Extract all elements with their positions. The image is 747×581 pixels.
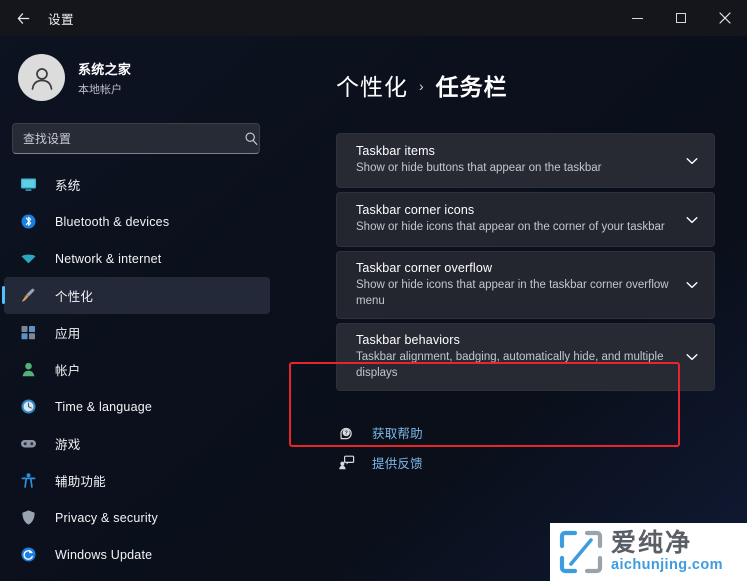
card-texts: Taskbar behaviors Taskbar alignment, bad… xyxy=(356,333,684,381)
card-description: Show or hide icons that appear in the ta… xyxy=(356,279,669,307)
sidebar-item-label: 个性化 xyxy=(55,290,94,304)
close-button[interactable] xyxy=(703,0,747,36)
sidebar: 系统之家 本地帐户 系统 xyxy=(0,36,282,581)
window-controls xyxy=(615,0,747,36)
sidebar-item-gaming[interactable]: 游戏 xyxy=(4,425,270,462)
search-icon[interactable] xyxy=(244,131,259,146)
card-texts: Taskbar items Show or hide buttons that … xyxy=(356,144,684,177)
card-texts: Taskbar corner icons Show or hide icons … xyxy=(356,203,684,236)
minimize-icon xyxy=(631,17,643,19)
breadcrumb-parent[interactable]: 个性化 xyxy=(336,68,408,102)
sidebar-item-bluetooth-devices[interactable]: Bluetooth & devices xyxy=(4,203,270,240)
help-links: ? 获取帮助 提供反馈 xyxy=(336,417,715,477)
breadcrumb: 个性化 › 任务栏 xyxy=(336,68,715,102)
search-box[interactable] xyxy=(12,123,260,154)
settings-card-taskbar-behaviors[interactable]: Taskbar behaviors Taskbar alignment, bad… xyxy=(336,323,715,392)
settings-cards: Taskbar items Show or hide buttons that … xyxy=(336,133,715,392)
card-title: Taskbar corner overflow xyxy=(356,261,493,275)
account-block[interactable]: 系统之家 本地帐户 xyxy=(0,46,282,109)
sidebar-item-accounts[interactable]: 帐户 xyxy=(4,351,270,388)
settings-card-taskbar-corner-icons[interactable]: Taskbar corner icons Show or hide icons … xyxy=(336,192,715,247)
paintbrush-icon xyxy=(18,286,38,306)
bracket-slash-logo-icon xyxy=(559,530,603,574)
watermark-brand-cn: 爱纯净 xyxy=(611,529,693,558)
sidebar-item-apps[interactable]: 应用 xyxy=(4,314,270,351)
search-container xyxy=(12,123,268,154)
main-content: 个性化 › 任务栏 Taskbar items Show or hide but… xyxy=(282,36,747,581)
sidebar-item-label: Time & language xyxy=(55,399,153,414)
sidebar-item-network-internet[interactable]: Network & internet xyxy=(4,240,270,277)
feedback-icon xyxy=(336,452,356,472)
sidebar-item-privacy-security[interactable]: Privacy & security xyxy=(4,499,270,536)
sidebar-item-label: 系统 xyxy=(55,179,81,193)
chevron-down-icon[interactable] xyxy=(684,153,700,169)
back-button[interactable] xyxy=(6,3,40,33)
sidebar-item-windows-update[interactable]: Windows Update xyxy=(4,536,270,573)
sidebar-item-label: 游戏 xyxy=(55,438,81,452)
sidebar-nav: 系统 Bluetooth & devices Network & interne… xyxy=(0,166,282,573)
maximize-icon xyxy=(676,13,686,23)
sidebar-item-label: Bluetooth & devices xyxy=(55,214,170,229)
account-subtitle: 本地帐户 xyxy=(78,83,122,96)
settings-card-taskbar-items[interactable]: Taskbar items Show or hide buttons that … xyxy=(336,133,715,188)
sidebar-item-label: Windows Update xyxy=(55,547,153,562)
shield-icon xyxy=(18,508,38,528)
watermark-brand-en: aichunjing.com xyxy=(611,557,723,574)
card-description: Show or hide icons that appear on the co… xyxy=(356,221,665,234)
sidebar-item-label: Privacy & security xyxy=(55,510,158,525)
close-icon xyxy=(719,12,731,24)
maximize-button[interactable] xyxy=(659,0,703,36)
sidebar-item-label: 帐户 xyxy=(55,364,81,378)
chevron-down-icon[interactable] xyxy=(684,212,700,228)
link-label: 提供反馈 xyxy=(372,456,423,471)
wifi-icon xyxy=(18,249,38,269)
sidebar-item-system[interactable]: 系统 xyxy=(4,166,270,203)
link-label: 获取帮助 xyxy=(372,426,423,441)
card-texts: Taskbar corner overflow Show or hide ico… xyxy=(356,261,684,309)
watermark-texts: 爱纯净 aichunjing.com xyxy=(611,531,723,573)
watermark: 爱纯净 aichunjing.com xyxy=(550,523,747,581)
back-arrow-icon xyxy=(17,12,29,24)
window-title: 设置 xyxy=(48,12,75,27)
gamepad-icon xyxy=(18,434,38,454)
account-text: 系统之家 本地帐户 xyxy=(78,59,131,97)
card-description: Taskbar alignment, badging, automaticall… xyxy=(356,351,664,379)
accounts-icon xyxy=(18,360,38,380)
breadcrumb-separator-icon: › xyxy=(419,78,425,94)
chevron-down-icon[interactable] xyxy=(684,349,700,365)
monitor-icon xyxy=(18,175,38,195)
update-icon xyxy=(18,545,38,565)
sidebar-item-label: 应用 xyxy=(55,327,81,341)
card-title: Taskbar items xyxy=(356,144,436,159)
avatar xyxy=(18,54,65,101)
sidebar-item-label: 辅助功能 xyxy=(55,475,106,489)
card-title: Taskbar behaviors xyxy=(356,333,460,348)
svg-text:?: ? xyxy=(344,430,347,436)
person-avatar-icon xyxy=(31,67,52,90)
sidebar-item-personalization[interactable]: 个性化 xyxy=(2,277,270,314)
bluetooth-icon xyxy=(18,212,38,232)
settings-card-taskbar-corner-overflow[interactable]: Taskbar corner overflow Show or hide ico… xyxy=(336,251,715,320)
card-description: Show or hide buttons that appear on the … xyxy=(356,162,602,175)
chevron-down-icon[interactable] xyxy=(684,277,700,293)
clock-icon xyxy=(18,397,38,417)
search-input[interactable] xyxy=(23,131,231,146)
apps-icon xyxy=(18,323,38,343)
give-feedback-link[interactable]: 提供反馈 xyxy=(336,447,715,477)
accessibility-icon xyxy=(18,471,38,491)
sidebar-item-label: Network & internet xyxy=(55,251,162,266)
sidebar-item-accessibility[interactable]: 辅助功能 xyxy=(4,462,270,499)
help-question-icon: ? xyxy=(336,422,356,442)
page-title: 任务栏 xyxy=(435,74,508,100)
account-name: 系统之家 xyxy=(78,61,132,77)
sidebar-item-time-language[interactable]: Time & language xyxy=(4,388,270,425)
minimize-button[interactable] xyxy=(615,0,659,36)
get-help-link[interactable]: ? 获取帮助 xyxy=(336,417,715,447)
card-title: Taskbar corner icons xyxy=(356,203,475,218)
title-bar: 设置 xyxy=(0,0,747,36)
settings-window: 设置 系统之家 本地帐户 查找设置 系统 Bluetooth & devices… xyxy=(0,0,747,581)
